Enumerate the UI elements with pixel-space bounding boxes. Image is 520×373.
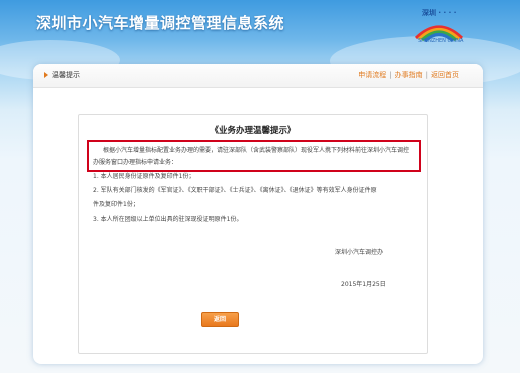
- notice-intro-line1: 根据小汽车增量指标配置业务办理的需要，请驻深部队（含武装警察部队）现役军人携下列…: [103, 147, 410, 154]
- panel-header: 温馨提示 申请流程 | 办事指南 | 返回首页: [33, 64, 483, 88]
- link-separator: |: [389, 71, 392, 79]
- notice-intro-line2: 办服务窗口办理指标申请业务：: [93, 159, 178, 166]
- panel-links: 申请流程 | 办事指南 | 返回首页: [358, 70, 459, 80]
- link-home[interactable]: 返回首页: [431, 71, 459, 79]
- notice-item-3: 3. 本人所在团级以上单位出具的驻深现役证明原件1份。: [93, 216, 243, 223]
- link-separator: |: [425, 71, 428, 79]
- arrow-right-icon: [44, 72, 48, 78]
- link-application-process[interactable]: 申请流程: [358, 71, 386, 79]
- site-title: 深圳市小汽车增量调控管理信息系统: [36, 14, 285, 32]
- shenzhen-logo: 深圳 · · · · SHENZHEN CHINA: [410, 8, 468, 48]
- notice-item-2-line1: 2. 军队有关部门核发的《军官证》、《文职干部证》、《士兵证》、《离休证》、《退…: [93, 187, 377, 194]
- main-panel: 温馨提示 申请流程 | 办事指南 | 返回首页 《业务办理温馨提示》 根据小汽车增量指标…: [33, 64, 483, 364]
- notice-box: 《业务办理温馨提示》 根据小汽车增量指标配置业务办理的需要，请驻深部队（含武装警…: [78, 114, 428, 354]
- notice-item-1: 1. 本人居民身份证原件及复印件1份；: [93, 173, 195, 180]
- notice-date: 2015年1月25日: [341, 281, 386, 288]
- notice-title: 《业务办理温馨提示》: [210, 126, 296, 136]
- back-button[interactable]: 返回: [201, 312, 239, 327]
- panel-title: 温馨提示: [52, 71, 80, 79]
- logo-subtext: SHENZHEN CHINA: [418, 38, 464, 44]
- notice-item-2-line2: 件及复印件1份；: [93, 201, 139, 208]
- notice-signature: 深圳小汽车调控办: [335, 249, 384, 256]
- link-service-guide[interactable]: 办事指南: [395, 71, 423, 79]
- page-header: 深圳市小汽车增量调控管理信息系统 深圳 · · · · SHENZHEN CHI…: [0, 0, 520, 60]
